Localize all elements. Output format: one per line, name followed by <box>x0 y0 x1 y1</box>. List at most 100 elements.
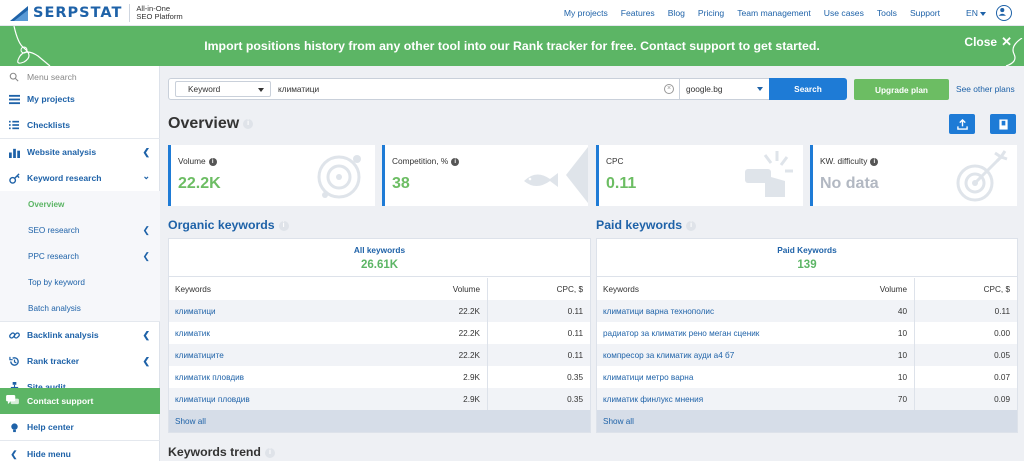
volume-cell: 70 <box>897 395 907 404</box>
sidebar-subitem-ppc-research[interactable]: PPC research ❮ <box>0 243 160 269</box>
nav-link-tools[interactable]: Tools <box>877 8 897 18</box>
sidebar-item-label: Website analysis <box>27 147 97 157</box>
sidebar-item-help-center[interactable]: Help center <box>0 414 160 440</box>
sidebar-item-rank-tracker[interactable]: Rank tracker ❮ <box>0 348 160 374</box>
sidebar-item-keyword-research[interactable]: Keyword research ⌄ <box>0 165 160 191</box>
nav-link-team-management[interactable]: Team management <box>737 8 811 18</box>
search-type-value: Keyword <box>188 84 221 94</box>
promo-banner: Import positions history from any other … <box>0 26 1024 66</box>
keyword-input[interactable]: климатици <box>278 84 319 94</box>
info-icon[interactable]: i <box>278 220 289 231</box>
checklist-icon <box>8 119 20 131</box>
keyword-link[interactable]: климатици пловдив <box>175 395 250 404</box>
sidebar-item-website-analysis[interactable]: Website analysis ❮ <box>0 139 160 165</box>
user-icon <box>998 8 1006 16</box>
info-icon[interactable]: i <box>451 157 460 166</box>
sidebar-subitem-batch-analysis[interactable]: Batch analysis <box>0 295 160 321</box>
export-button[interactable] <box>949 114 975 134</box>
column-header-cpc[interactable]: CPC, $ <box>557 285 583 294</box>
nav-link-blog[interactable]: Blog <box>668 8 685 18</box>
nav-link-pricing[interactable]: Pricing <box>698 8 724 18</box>
search-button[interactable]: Search <box>769 78 847 100</box>
keyword-link[interactable]: климатик финлукс мнения <box>603 395 703 404</box>
keyword-link[interactable]: климатици <box>175 307 216 316</box>
volume-cell: 40 <box>897 307 907 316</box>
language-selector[interactable]: EN <box>953 8 986 18</box>
sidebar-subitem-label: Overview <box>28 199 65 209</box>
keyword-link[interactable]: радиатор за климатик рено меган сценик <box>603 329 759 338</box>
paid-keywords-link[interactable]: Paid Keywords <box>597 245 1017 255</box>
search-type-select[interactable]: Keyword <box>175 81 271 97</box>
keyword-link[interactable]: климатици метро варна <box>603 373 693 382</box>
info-icon[interactable]: i <box>870 157 879 166</box>
see-other-plans-link[interactable]: See other plans <box>956 84 1015 94</box>
card-label-text: Competition, % <box>392 156 449 166</box>
paid-show-all-button[interactable]: Show all <box>597 410 1017 432</box>
column-divider <box>914 300 915 322</box>
report-button[interactable] <box>990 114 1016 134</box>
keyword-link[interactable]: климатик пловдив <box>175 373 244 382</box>
key-icon <box>8 172 20 184</box>
table-header: Keywords Volume CPC, $ <box>169 278 590 300</box>
nav-link-my-projects[interactable]: My projects <box>564 8 608 18</box>
column-divider <box>487 344 488 366</box>
sidebar-subitem-overview[interactable]: Overview <box>0 191 160 217</box>
keyword-link[interactable]: климатик <box>175 329 210 338</box>
sidebar-subitem-top-by-keyword[interactable]: Top by keyword <box>0 269 160 295</box>
chevron-down-icon <box>980 11 986 16</box>
menu-search-input[interactable]: Menu search <box>27 72 77 82</box>
column-header-volume[interactable]: Volume <box>453 285 480 294</box>
nav-links: My projects Features Blog Pricing Team m… <box>551 8 986 18</box>
keyword-link[interactable]: компресор за климатик ауди а4 б7 <box>603 351 734 360</box>
user-avatar-icon[interactable] <box>996 5 1012 21</box>
volume-cell: 22.2K <box>458 329 480 338</box>
link-icon <box>8 329 20 341</box>
keyword-link[interactable]: климатици варна технополис <box>603 307 714 316</box>
sidebar-item-checklists[interactable]: Checklists <box>0 112 160 138</box>
column-header-keywords[interactable]: Keywords <box>603 285 639 294</box>
sidebar-item-label: Checklists <box>27 120 70 130</box>
column-header-volume[interactable]: Volume <box>880 285 907 294</box>
hide-menu-button[interactable]: ❮ Hide menu <box>0 441 160 461</box>
main-content: Keyword климатици × google.bg Search Upg… <box>160 66 1024 461</box>
all-keywords-link[interactable]: All keywords <box>169 245 590 255</box>
cpc-cell: 0.35 <box>567 395 583 404</box>
paid-keywords-title: Paid keywords i <box>596 218 697 232</box>
click-icon <box>745 151 793 197</box>
language-label: EN <box>966 8 978 18</box>
serpstat-logo[interactable]: SERPSTAT All-in-One SEO Platform <box>9 4 183 22</box>
cpc-cell: 0.11 <box>567 307 583 316</box>
keyword-link[interactable]: климатиците <box>175 351 224 360</box>
info-icon[interactable]: i <box>686 220 697 231</box>
fish-icon <box>524 147 588 203</box>
sidebar-subitem-label: Batch analysis <box>28 303 81 313</box>
logo-tagline: All-in-One SEO Platform <box>136 4 182 22</box>
info-icon[interactable]: i <box>243 118 254 129</box>
upgrade-plan-button[interactable]: Upgrade plan <box>854 79 949 100</box>
info-icon[interactable]: i <box>264 447 275 458</box>
nav-link-use-cases[interactable]: Use cases <box>824 8 864 18</box>
sidebar-subitem-seo-research[interactable]: SEO research ❮ <box>0 217 160 243</box>
column-divider <box>914 322 915 344</box>
database-value: google.bg <box>686 84 723 94</box>
sidebar-subitem-label: Top by keyword <box>28 277 85 287</box>
info-icon[interactable]: i <box>208 157 217 166</box>
sidebar: Menu search My projects Checklists Websi… <box>0 66 160 461</box>
contact-support-button[interactable]: Contact support <box>0 388 160 414</box>
sidebar-item-backlink-analysis[interactable]: Backlink analysis ❮ <box>0 322 160 348</box>
clear-input-icon[interactable]: × <box>664 84 674 94</box>
table-row: климатик пловдив 2.9K 0.35 <box>169 366 590 388</box>
nav-link-support[interactable]: Support <box>910 8 940 18</box>
column-header-keywords[interactable]: Keywords <box>175 285 211 294</box>
organic-keywords-title: Organic keywords i <box>168 218 289 232</box>
sidebar-subitem-label: SEO research <box>28 225 80 235</box>
column-divider <box>914 344 915 366</box>
sidebar-item-my-projects[interactable]: My projects <box>0 86 160 112</box>
card-value: No data <box>820 175 879 192</box>
database-select[interactable]: google.bg <box>679 79 769 99</box>
organic-show-all-button[interactable]: Show all <box>169 410 590 432</box>
column-header-cpc[interactable]: CPC, $ <box>984 285 1010 294</box>
nav-link-features[interactable]: Features <box>621 8 655 18</box>
table-row: климатици пловдив 2.9K 0.35 <box>169 388 590 410</box>
page-title-text: Overview <box>168 115 240 132</box>
